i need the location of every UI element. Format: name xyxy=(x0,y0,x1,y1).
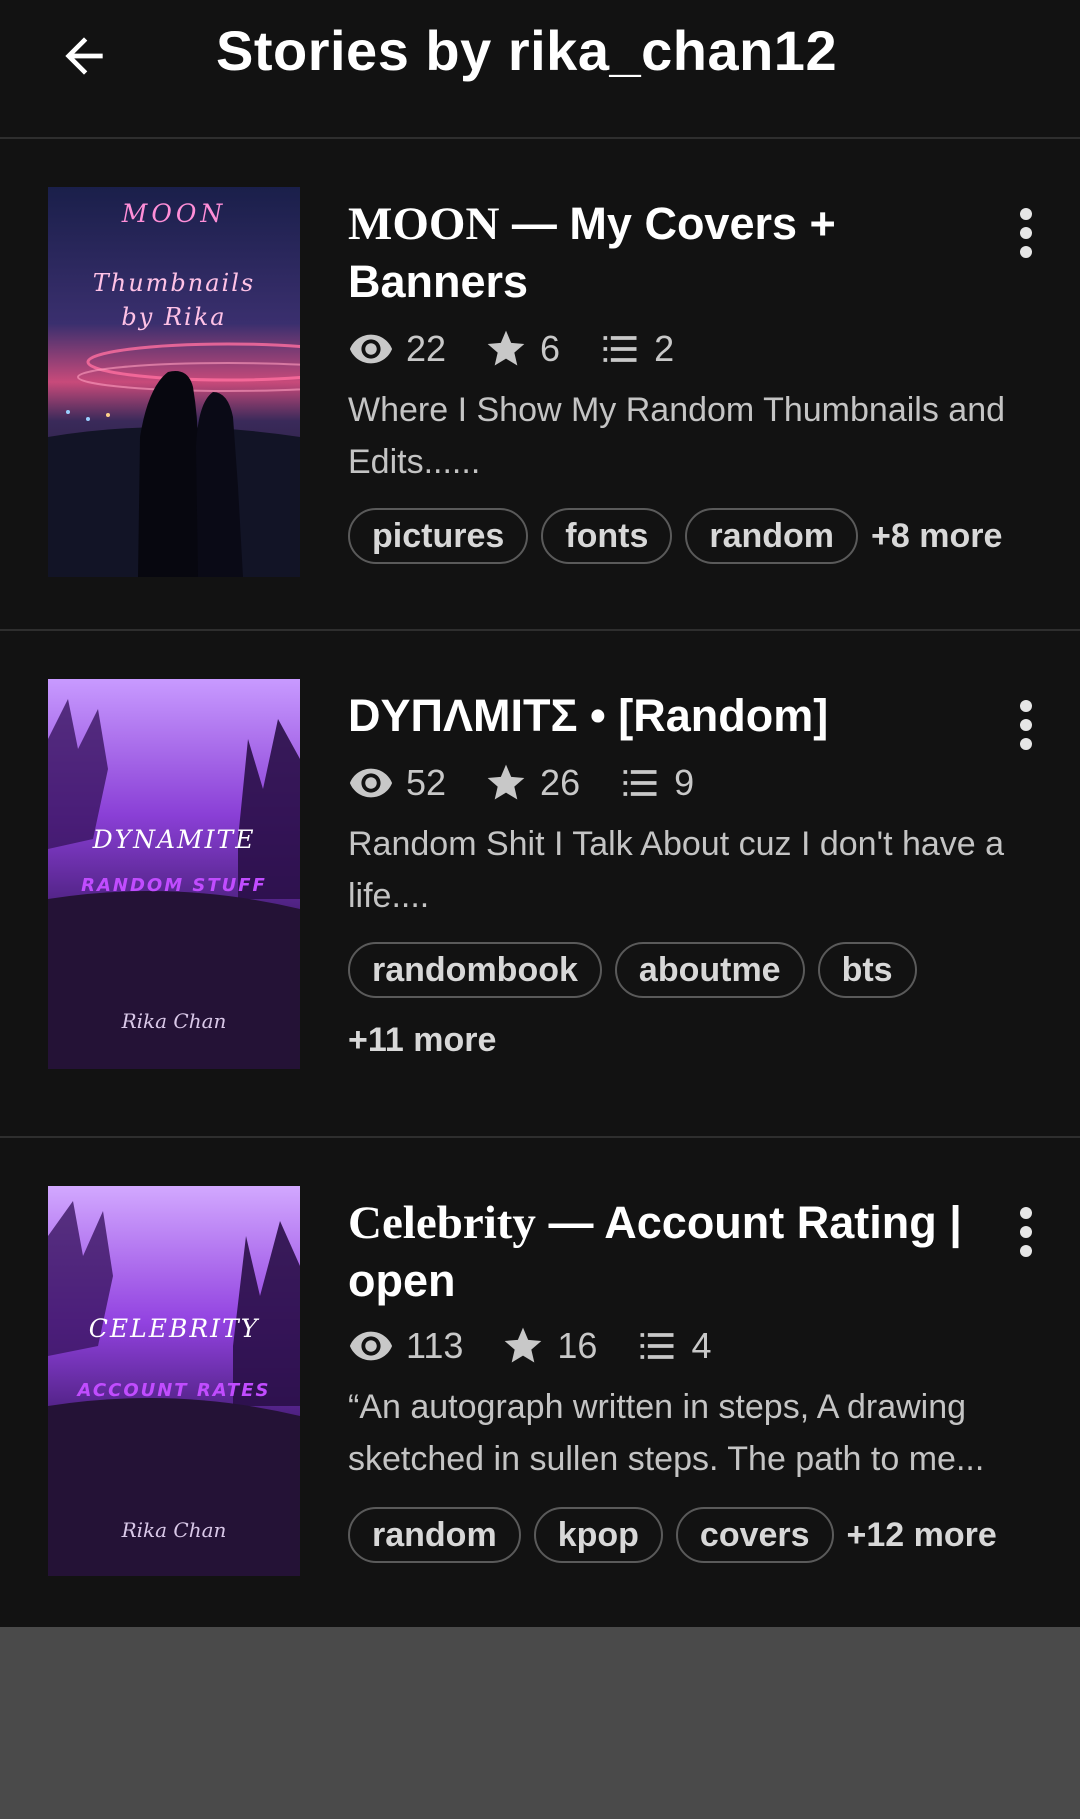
story-title[interactable]: Celebrity — Account Rating | open xyxy=(348,1194,988,1309)
tag-chip[interactable]: fonts xyxy=(541,508,673,564)
votes-count: 6 xyxy=(540,328,561,369)
eye-icon xyxy=(349,1331,393,1361)
story-title-serif: Celebrity xyxy=(348,1197,536,1249)
tag-chip[interactable]: random xyxy=(348,1507,521,1563)
cover-subtitle: ACCOUNT RATES xyxy=(77,1380,271,1401)
cover-title: DYNAMITE xyxy=(92,825,256,854)
story-tags: random kpop covers +12 more xyxy=(348,1507,1048,1563)
story-cover-moon[interactable]: MOON Thumbnails by Rika xyxy=(48,187,300,577)
cover-subtitle: Thumbnails xyxy=(92,269,256,297)
cover-author: Rika Chan xyxy=(121,1009,227,1033)
eye-icon xyxy=(349,768,393,798)
story-stats: 52 26 9 xyxy=(348,758,732,808)
app-bar: Stories by rika_chan12 xyxy=(0,0,1080,139)
votes-count: 16 xyxy=(557,1325,598,1366)
story-title-serif: MOON xyxy=(348,198,500,250)
parts-stat: 4 xyxy=(635,1324,711,1368)
views-count: 52 xyxy=(406,762,447,803)
tag-chip[interactable]: bts xyxy=(817,942,917,998)
votes-count: 26 xyxy=(540,762,581,803)
back-button[interactable] xyxy=(48,20,120,92)
story-item-celebrity[interactable]: CELEBRITY ACCOUNT RATES Rika Chan Celebr… xyxy=(0,1138,1080,1627)
story-title[interactable]: DYΠΛMITΣ • [Random] xyxy=(348,687,988,744)
arrow-left-icon xyxy=(65,37,103,75)
parts-count: 2 xyxy=(654,328,675,369)
cover-title: CELEBRITY xyxy=(88,1314,260,1343)
tag-chip[interactable]: randombook xyxy=(348,942,602,998)
views-stat: 22 xyxy=(348,326,446,372)
story-cover-celebrity[interactable]: CELEBRITY ACCOUNT RATES Rika Chan xyxy=(48,1186,300,1576)
tag-chip[interactable]: kpop xyxy=(533,1507,663,1563)
page-title: Stories by rika_chan12 xyxy=(216,19,838,82)
story-description: “An autograph written in steps, A drawin… xyxy=(348,1388,985,1478)
cover-author: by Rika xyxy=(121,303,227,331)
more-vert-icon xyxy=(1020,700,1032,712)
story-menu-button[interactable] xyxy=(1002,1200,1050,1264)
list-icon xyxy=(640,1333,674,1359)
story-description: Where I Show My Random Thumbnails and Ed… xyxy=(348,391,1006,481)
story-description: Random Shit I Talk About cuz I don't hav… xyxy=(348,825,1005,915)
views-count: 113 xyxy=(406,1325,464,1366)
tag-chip[interactable]: aboutme xyxy=(614,942,805,998)
more-tags-link[interactable]: +8 more xyxy=(871,508,1002,564)
story-tags: pictures fonts random +8 more xyxy=(348,508,1048,564)
more-vert-icon xyxy=(1020,1207,1032,1219)
parts-stat: 2 xyxy=(598,327,674,371)
star-icon xyxy=(487,764,525,800)
cover-title: MOON xyxy=(121,199,227,228)
eye-icon xyxy=(349,334,393,364)
tag-chip[interactable]: covers xyxy=(675,1507,834,1563)
story-title-rest: DYΠΛMITΣ • [Random] xyxy=(348,690,829,741)
empty-footer-area xyxy=(0,1627,1080,1819)
votes-stat: 6 xyxy=(484,327,560,371)
story-stats: 22 6 2 xyxy=(348,324,712,374)
story-tags: randombook aboutme bts +11 more xyxy=(348,942,1048,1068)
story-title[interactable]: MOON — My Covers + Banners xyxy=(348,195,988,310)
story-cover-dynamite[interactable]: DYNAMITE RANDOM STUFF Rika Chan xyxy=(48,679,300,1069)
parts-stat: 9 xyxy=(618,761,694,805)
story-menu-button[interactable] xyxy=(1002,201,1050,265)
cover-subtitle: RANDOM STUFF xyxy=(81,875,267,896)
parts-count: 9 xyxy=(674,762,695,803)
views-count: 22 xyxy=(406,328,447,369)
views-stat: 113 xyxy=(348,1323,463,1369)
more-vert-icon xyxy=(1020,208,1032,220)
views-stat: 52 xyxy=(348,760,446,806)
star-icon xyxy=(505,1327,542,1363)
more-tags-link[interactable]: +12 more xyxy=(847,1507,997,1563)
list-icon xyxy=(623,770,657,796)
tag-chip[interactable]: pictures xyxy=(348,508,529,564)
cover-author: Rika Chan xyxy=(121,1518,227,1542)
parts-count: 4 xyxy=(691,1325,712,1366)
more-tags-link[interactable]: +11 more xyxy=(348,1012,1048,1068)
star-icon xyxy=(487,330,525,366)
votes-stat: 16 xyxy=(501,1324,597,1368)
tag-chip[interactable]: random xyxy=(685,508,859,564)
story-stats: 113 16 4 xyxy=(348,1321,749,1371)
story-item-moon[interactable]: MOON Thumbnails by Rika MOON — My Covers… xyxy=(0,139,1080,631)
votes-stat: 26 xyxy=(484,761,580,805)
story-menu-button[interactable] xyxy=(1002,693,1050,757)
story-item-dynamite[interactable]: DYNAMITE RANDOM STUFF Rika Chan DYΠΛMITΣ… xyxy=(0,631,1080,1138)
list-icon xyxy=(603,336,637,362)
